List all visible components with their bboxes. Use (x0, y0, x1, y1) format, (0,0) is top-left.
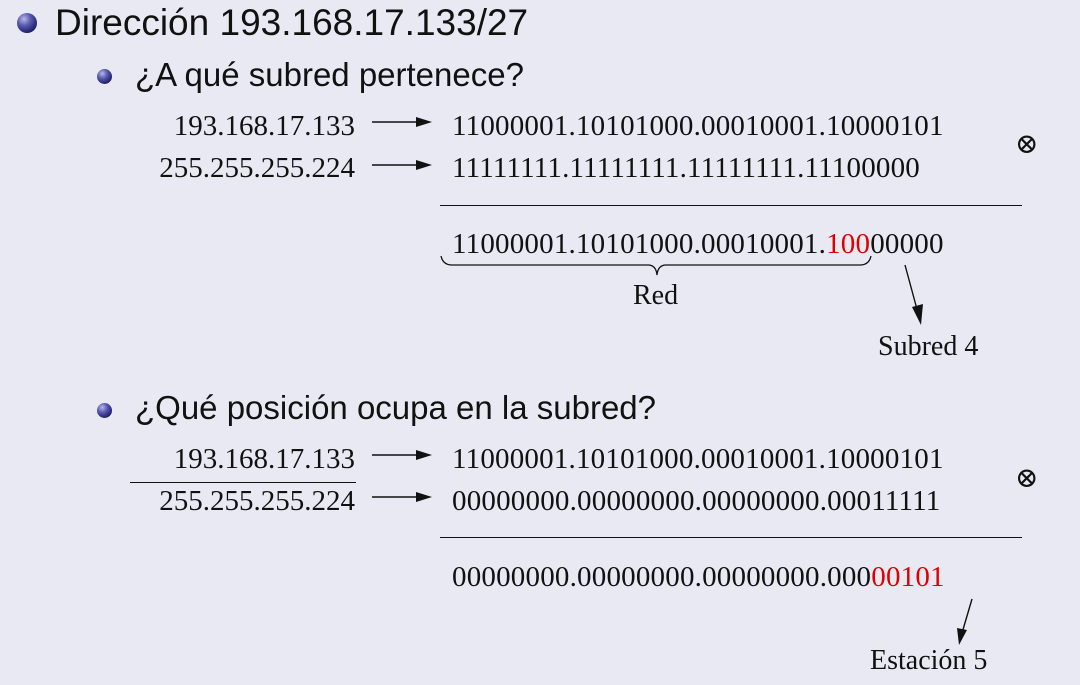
arrow-icon (957, 598, 973, 645)
brace-icon (440, 255, 872, 276)
section1-ip: 193.168.17.133 (173, 110, 355, 142)
section2-ip: 193.168.17.133 (173, 443, 355, 475)
divider (440, 537, 1022, 538)
result-highlight: 00101 (871, 561, 945, 593)
brace-label: Red (633, 280, 679, 311)
otimes-icon: ⊗ (1015, 129, 1039, 160)
divider (130, 482, 356, 483)
result-prefix: 00000000.00000000.00000000.000 (452, 561, 872, 593)
divider (440, 205, 1022, 206)
subnet-label: Subred 4 (878, 331, 979, 362)
bullet-icon (97, 403, 112, 418)
page-title: Dirección 193.168.17.133/27 (55, 2, 529, 43)
station-label: Estación 5 (870, 645, 988, 676)
arrow-icon (372, 117, 432, 127)
section2-mask: 255.255.255.224 (159, 485, 355, 517)
otimes-icon: ⊗ (1015, 463, 1039, 494)
arrow-icon (372, 492, 432, 502)
result-suffix: 00000 (870, 228, 944, 260)
arrow-icon (904, 264, 923, 325)
section1-question: ¿A qué subred pertenece? (135, 56, 524, 93)
section1-ip-binary: 11000001.10101000.00010001.10000101 (452, 110, 944, 142)
section1-mask: 255.255.255.224 (159, 152, 355, 184)
section2-result: 00000000.00000000.00000000.00000101 (452, 561, 945, 594)
section2-question: ¿Qué posición ocupa en la subred? (135, 389, 657, 426)
bullet-icon (97, 69, 112, 84)
section2-ip-binary: 11000001.10101000.00010001.10000101 (452, 443, 944, 475)
bullet-icon (17, 13, 37, 33)
section2-mask-binary: 00000000.00000000.00000000.00011111 (452, 485, 941, 517)
section1-mask-binary: 11111111.11111111.11111111.11100000 (452, 152, 920, 184)
arrow-icon (372, 160, 432, 170)
arrow-icon (372, 450, 432, 460)
